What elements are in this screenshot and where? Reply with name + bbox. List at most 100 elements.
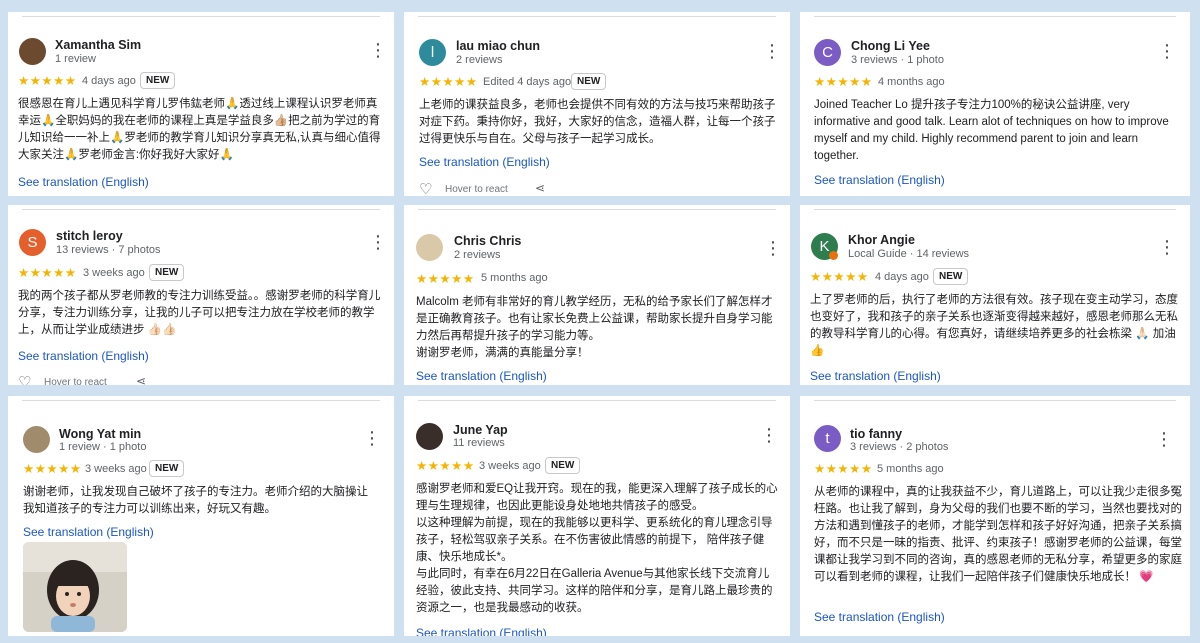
review-date: 5 months ago [481, 272, 548, 284]
see-translation-link[interactable]: See translation (English) [814, 610, 945, 624]
star-rating: ★★★★★ [416, 459, 475, 473]
divider [22, 209, 380, 210]
see-translation-link[interactable]: See translation (English) [814, 173, 945, 187]
review-card: S stitch leroy 13 reviews · 7 photos ⋮ ★… [8, 205, 394, 385]
new-badge: NEW [149, 460, 185, 477]
review-text: 感谢罗老师和爱EQ让我开窍。现在的我，能更深入理解了孩子成长的心理与生理规律，也… [416, 483, 778, 614]
divider [814, 209, 1176, 210]
more-vert-icon[interactable]: ⋮ [369, 41, 387, 59]
reviewer-name[interactable]: June Yap [453, 423, 508, 437]
avatar[interactable]: l [419, 39, 446, 66]
review-card: Chris Chris 2 reviews ⋮ ★★★★★ 5 months a… [404, 205, 790, 385]
see-translation-link[interactable]: See translation (English) [419, 155, 550, 169]
reviewer-name[interactable]: stitch leroy [56, 229, 123, 243]
reviewer-name[interactable]: Chong Li Yee [851, 39, 930, 53]
avatar[interactable] [416, 234, 443, 261]
reviewer-stats: Local Guide · 14 reviews [848, 248, 970, 260]
avatar[interactable]: S [19, 229, 46, 256]
reviewer-stats: 2 reviews [456, 54, 503, 66]
star-rating: ★★★★★ [814, 462, 873, 476]
avatar[interactable] [23, 426, 50, 453]
see-translation-link[interactable]: See translation (English) [18, 175, 149, 189]
see-translation-link[interactable]: See translation (English) [23, 525, 154, 539]
review-date: 4 months ago [878, 76, 945, 88]
review-text: 上了罗老师的后，执行了老师的方法很有效。孩子现在变主动学习，态度也变好了，我和孩… [810, 294, 1178, 357]
divider [814, 16, 1176, 17]
reviewer-name[interactable]: Chris Chris [454, 234, 521, 248]
more-vert-icon[interactable]: ⋮ [1158, 42, 1176, 60]
review-date: 4 days ago [875, 271, 929, 283]
review-card: C Chong Li Yee 3 reviews · 1 photo ⋮ ★★★… [800, 12, 1190, 196]
star-rating: ★★★★★ [416, 272, 475, 286]
star-rating: ★★★★★ [419, 75, 478, 89]
star-rating: ★★★★★ [18, 266, 77, 280]
divider [22, 400, 380, 401]
heart-icon[interactable]: ♡ [419, 180, 432, 196]
more-vert-icon[interactable]: ⋮ [763, 42, 781, 60]
review-card: Wong Yat min 1 review · 1 photo ⋮ ★★★★★ … [8, 396, 394, 636]
review-date: 3 weeks ago [479, 460, 541, 472]
review-text: 很感恩在育儿上遇见科学育儿罗伟鈜老师🙏透过线上课程认识罗老师真幸运🙏全职妈妈的我… [18, 98, 381, 161]
see-translation-link[interactable]: See translation (English) [810, 369, 941, 383]
review-text: 上老师的课获益良多，老师也会提供不同有效的方法与技巧来帮助孩子对症下药。秉持你好… [419, 99, 776, 145]
review-text: 我的两个孩子都从罗老师教的专注力训练受益。。感谢罗老师的科学育儿分享，专注力训练… [18, 290, 381, 336]
more-vert-icon[interactable]: ⋮ [369, 233, 387, 251]
reviewer-name[interactable]: lau miao chun [456, 39, 540, 53]
review-text: 从老师的课程中，真的让我获益不少，育儿道路上，可以让我少走很多冤枉路。也让我了解… [814, 486, 1182, 583]
reviewer-stats: 2 reviews [454, 249, 501, 261]
share-icon[interactable]: ⋖ [136, 374, 146, 385]
new-badge: NEW [140, 72, 176, 89]
star-rating: ★★★★★ [810, 270, 869, 284]
local-guide-icon [829, 251, 838, 260]
review-card: l lau miao chun 2 reviews ⋮ ★★★★★ Edited… [404, 12, 790, 196]
divider [418, 400, 776, 401]
reviewer-stats: 13 reviews · 7 photos [56, 244, 161, 256]
reviewer-name[interactable]: Xamantha Sim [55, 38, 141, 52]
more-vert-icon[interactable]: ⋮ [1158, 238, 1176, 256]
more-vert-icon[interactable]: ⋮ [1155, 430, 1173, 448]
new-badge: NEW [149, 264, 185, 281]
reviewer-stats: 3 reviews · 2 photos [850, 441, 949, 453]
reviewer-stats: 1 review [55, 53, 96, 65]
reviewer-name[interactable]: Khor Angie [848, 233, 915, 247]
heart-icon[interactable]: ♡ [18, 373, 31, 385]
avatar[interactable] [416, 423, 443, 450]
more-vert-icon[interactable]: ⋮ [363, 429, 381, 447]
avatar[interactable] [19, 38, 46, 65]
new-badge: NEW [571, 73, 607, 90]
star-rating: ★★★★★ [18, 74, 77, 88]
share-icon[interactable]: ⋖ [535, 181, 545, 195]
reviewer-name[interactable]: tio fanny [850, 427, 902, 441]
star-rating: ★★★★★ [23, 462, 82, 476]
avatar[interactable]: C [814, 39, 841, 66]
review-date: Edited 4 days ago [483, 76, 572, 88]
review-card: K Khor Angie Local Guide · 14 reviews ⋮ … [800, 205, 1190, 385]
review-text: Malcolm 老师有非常好的育儿教学经历，无私的给予家长们了解怎样才是正确教育… [416, 296, 773, 359]
more-vert-icon[interactable]: ⋮ [760, 426, 778, 444]
see-translation-link[interactable]: See translation (English) [416, 626, 547, 636]
see-translation-link[interactable]: See translation (English) [416, 369, 547, 383]
more-vert-icon[interactable]: ⋮ [764, 239, 782, 257]
review-card: Xamantha Sim 1 review ⋮ ★★★★★ 4 days ago… [8, 12, 394, 196]
review-date: 3 weeks ago [85, 463, 147, 475]
review-text: 谢谢老师，让我发现自己破坏了孩子的专注力。老师介绍的大脑操让我知道孩子的专注力可… [23, 486, 368, 515]
see-translation-link[interactable]: See translation (English) [18, 349, 149, 363]
divider [418, 209, 776, 210]
review-date: 5 months ago [877, 463, 944, 475]
hover-to-react: Hover to react [445, 184, 508, 195]
reviewer-name[interactable]: Wong Yat min [59, 427, 141, 441]
avatar[interactable]: t [814, 425, 841, 452]
star-rating: ★★★★★ [814, 75, 873, 89]
reviewer-stats: 1 review · 1 photo [59, 441, 147, 453]
divider [814, 400, 1176, 401]
review-card: June Yap 11 reviews ⋮ ★★★★★ 3 weeks ago … [404, 396, 790, 636]
review-date: 4 days ago [82, 75, 136, 87]
divider [22, 16, 380, 17]
review-date: 3 weeks ago [83, 267, 145, 279]
review-photo[interactable] [23, 542, 127, 632]
reviewer-stats: 11 reviews [453, 437, 505, 449]
review-card: t tio fanny 3 reviews · 2 photos ⋮ ★★★★★… [800, 396, 1190, 636]
new-badge: NEW [545, 457, 581, 474]
hover-to-react: Hover to react [44, 377, 107, 385]
review-text: Joined Teacher Lo 提升孩子专注力100%的秘诀公益讲座, ve… [814, 99, 1169, 162]
